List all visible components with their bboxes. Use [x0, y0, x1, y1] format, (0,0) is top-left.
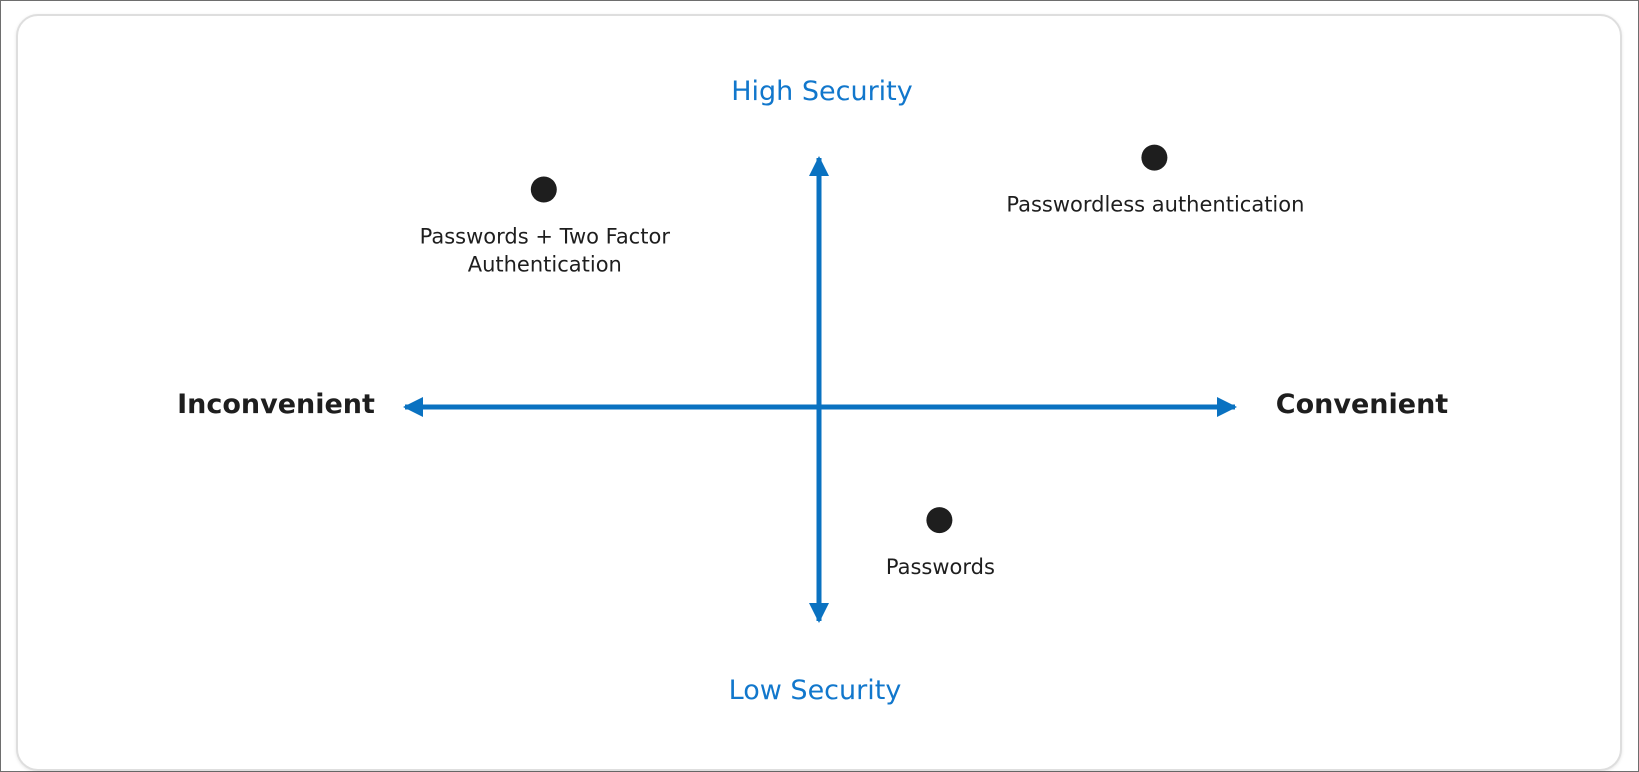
axis-label-high-security: High Security [731, 76, 913, 107]
point-label-passwords-2fa-line-1: Passwords + Two Factor [420, 225, 671, 249]
axis-label-low-security: Low Security [729, 675, 902, 706]
axis-label-convenient: Convenient [1276, 389, 1449, 420]
point-label-passwords-2fa-line-2: Authentication [468, 253, 622, 277]
point-label-passwordless-line-1: Passwordless authentication [1006, 193, 1304, 217]
point-marker-passwords-2fa [530, 176, 557, 203]
point-passwordless: Passwordless authentication [1006, 144, 1304, 217]
point-marker-passwordless [1141, 144, 1168, 171]
point-passwords: Passwords [886, 507, 995, 579]
points-layer: Passwords + Two FactorAuthenticationPass… [420, 144, 1304, 579]
point-marker-passwords [926, 507, 953, 534]
quadrant-diagram: High Security Low Security Inconvenient … [177, 76, 1449, 706]
point-passwords-2fa: Passwords + Two Factor Authentication [420, 176, 671, 277]
point-label-passwords-line-1: Passwords [886, 555, 995, 579]
axis-label-inconvenient: Inconvenient [177, 389, 375, 420]
